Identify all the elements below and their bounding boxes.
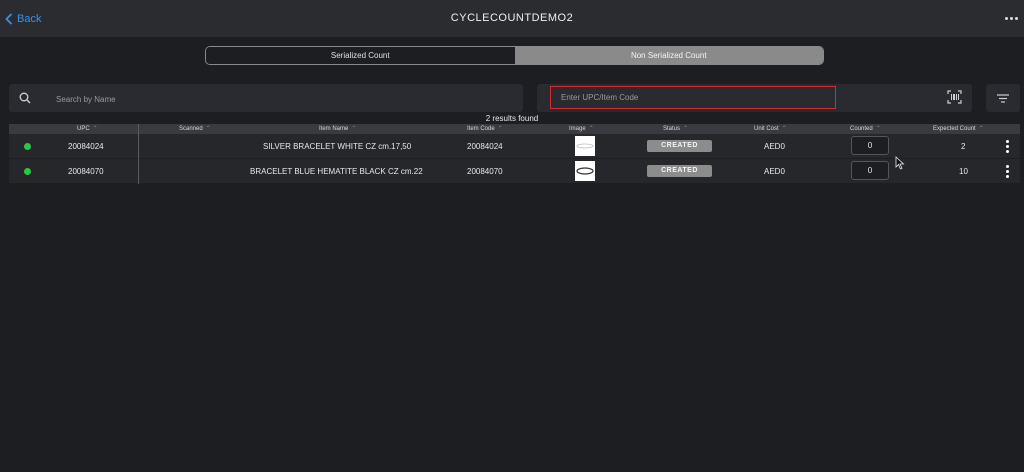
mouse-cursor-icon: [895, 156, 905, 170]
sort-icon: ⌃: [978, 126, 984, 132]
filter-icon: [997, 94, 1009, 103]
sort-icon: ⌃: [92, 126, 98, 132]
top-bar: Back CYCLECOUNTDEMO2: [0, 0, 1024, 37]
column-header-upc[interactable]: UPC ⌃: [77, 125, 98, 132]
search-icon: [19, 92, 31, 104]
expected-count-cell: 10: [959, 167, 968, 176]
kebab-dot: [1005, 145, 1009, 148]
upc-cell: 20084024: [68, 142, 104, 151]
barcode-scan-icon[interactable]: [947, 90, 962, 104]
status-dot: [24, 168, 31, 175]
column-header-expected-count[interactable]: Expected Count ⌃: [933, 125, 984, 132]
column-label: Image: [569, 126, 586, 132]
page-title: CYCLECOUNTDEMO2: [450, 12, 574, 24]
column-label: Item Code: [467, 126, 495, 132]
column-label: Expected Count: [933, 126, 976, 132]
more-options-button[interactable]: [1004, 11, 1018, 25]
sort-icon: ⌃: [683, 126, 689, 132]
item-name-cell: SILVER BRACELET WHITE CZ cm.17,50: [263, 142, 412, 151]
column-header-counted[interactable]: Counted ⌃: [850, 125, 881, 132]
sort-icon: ⌃: [205, 126, 211, 132]
column-header-status[interactable]: Status ⌃: [663, 125, 688, 132]
status-badge: CREATED: [647, 140, 712, 152]
expected-count-cell: 2: [961, 142, 966, 151]
product-image[interactable]: [575, 161, 595, 181]
table-header: UPC ⌃ Scanned ⌃ Item Name ⌃ Item Code ⌃ Imag…: [9, 124, 1020, 134]
column-header-image[interactable]: Image ⌃: [569, 125, 594, 132]
row-actions-button[interactable]: [1002, 140, 1012, 153]
bracelet-image-icon: [576, 167, 594, 175]
filter-button[interactable]: [986, 84, 1020, 112]
sort-icon: ⌃: [588, 126, 594, 132]
row-actions-button[interactable]: [1002, 165, 1012, 178]
kebab-dot: [1005, 175, 1009, 178]
column-header-item-name[interactable]: Item Name ⌃: [319, 125, 356, 132]
kebab-icon: [1005, 140, 1009, 143]
sort-icon: ⌃: [875, 126, 881, 132]
item-code-cell: 20084024: [467, 142, 503, 151]
table-row[interactable]: 20084024 SILVER BRACELET WHITE CZ cm.17,…: [9, 134, 1020, 159]
column-label: Counted: [850, 126, 873, 132]
status-dot: [24, 143, 31, 150]
kebab-icon: [1005, 165, 1009, 168]
upc-cell: 20084070: [68, 167, 104, 176]
sort-icon: ⌃: [497, 126, 503, 132]
column-header-scanned[interactable]: Scanned ⌃: [179, 125, 211, 132]
more-dot: [1014, 16, 1018, 20]
results-count: 2 results found: [485, 114, 539, 123]
upc-input-field: [550, 86, 836, 109]
column-label: Scanned: [179, 126, 203, 132]
item-code-cell: 20084070: [467, 167, 503, 176]
column-label: Unit Cost: [754, 126, 779, 132]
search-input[interactable]: [54, 90, 498, 108]
counted-input[interactable]: 0: [851, 161, 889, 180]
product-image[interactable]: [575, 136, 595, 156]
column-header-unit-cost[interactable]: Unit Cost ⌃: [754, 125, 787, 132]
table-row[interactable]: 20084070 BRACELET BLUE HEMATITE BLACK CZ…: [9, 159, 1020, 184]
tab-serialized-count[interactable]: Serialized Count: [206, 47, 515, 64]
more-horizontal-icon: [1004, 16, 1008, 20]
upc-input[interactable]: [551, 87, 835, 108]
column-label: UPC: [77, 126, 90, 132]
inventory-table: UPC ⌃ Scanned ⌃ Item Name ⌃ Item Code ⌃ Imag…: [9, 124, 1020, 184]
more-dot: [1009, 16, 1013, 20]
unit-cost-cell: AED0: [764, 142, 785, 151]
column-header-item-code[interactable]: Item Code ⌃: [467, 125, 503, 132]
search-bar: [9, 84, 523, 112]
column-divider: [138, 124, 139, 184]
kebab-dot: [1005, 170, 1009, 173]
status-badge: CREATED: [647, 165, 712, 177]
column-label: Status: [663, 126, 681, 132]
kebab-dot: [1005, 150, 1009, 153]
sort-icon: ⌃: [781, 126, 787, 132]
tab-non-serialized-count[interactable]: Non Serialized Count: [514, 47, 823, 64]
bracelet-image-icon: [576, 143, 594, 149]
unit-cost-cell: AED0: [764, 167, 785, 176]
column-label: Item Name: [319, 126, 349, 132]
sort-icon: ⌃: [351, 126, 357, 132]
counted-input[interactable]: 0: [851, 136, 889, 155]
count-type-segmented-control: Serialized Count Non Serialized Count: [205, 46, 824, 65]
item-name-cell: BRACELET BLUE HEMATITE BLACK CZ cm.22: [250, 167, 423, 176]
